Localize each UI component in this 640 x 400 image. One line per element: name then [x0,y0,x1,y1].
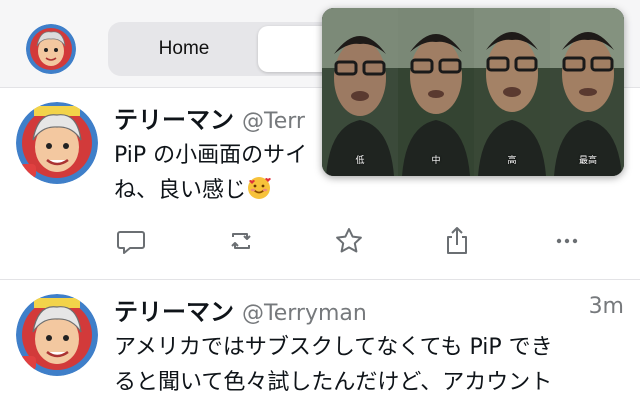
author-handle[interactable]: @Terr [242,109,305,134]
tweet-text: アメリカではサブスクしてなくても PiP でき ると聞いて色々試したんだけど、ア… [114,330,634,400]
author-line: テリーマン @Terr [114,100,305,135]
tweet-actions [114,224,594,258]
pip-quality-label: 高 [507,156,517,166]
pip-quality-label: 中 [431,156,441,166]
profile-avatar[interactable] [26,24,76,74]
pip-video-window[interactable]: 低 中 高 最高 [322,8,624,176]
author-line: テリーマン @Terryman [114,292,367,327]
author-avatar[interactable] [16,294,98,376]
retweet-icon[interactable] [224,224,258,258]
tweet-text-line: ね、良い感じ [114,178,247,203]
like-star-icon[interactable] [332,224,366,258]
pip-quality-label: 最高 [578,156,597,166]
pip-video-frame: 最高 [550,8,624,176]
pip-video-frame: 中 [398,8,474,176]
tweet-item[interactable]: テリーマン @Terryman 3m アメリカではサブスクしてなくても PiP で… [0,280,640,400]
tab-home[interactable]: Home [114,26,254,72]
tweet-text-line: ると聞いて色々試したんだけど、アカウント [114,370,553,395]
author-avatar[interactable] [16,102,98,184]
tweet-text-line: アメリカではサブスクしてなくても PiP でき [114,335,553,360]
author-name[interactable]: テリーマン [114,106,234,134]
pip-video-frame: 低 [322,8,398,176]
pip-video-frame: 高 [474,8,550,176]
tweet-timestamp: 3m [588,294,624,319]
smiling-face-with-hearts-icon [246,175,272,201]
tweet-text-line-with-emoji: ね、良い感じ [114,173,634,208]
author-handle[interactable]: @Terryman [242,301,367,326]
author-name[interactable]: テリーマン [114,298,234,326]
pip-quality-label: 低 [355,156,365,166]
share-icon[interactable] [440,224,474,258]
more-icon[interactable] [550,224,584,258]
reply-icon[interactable] [114,224,148,258]
